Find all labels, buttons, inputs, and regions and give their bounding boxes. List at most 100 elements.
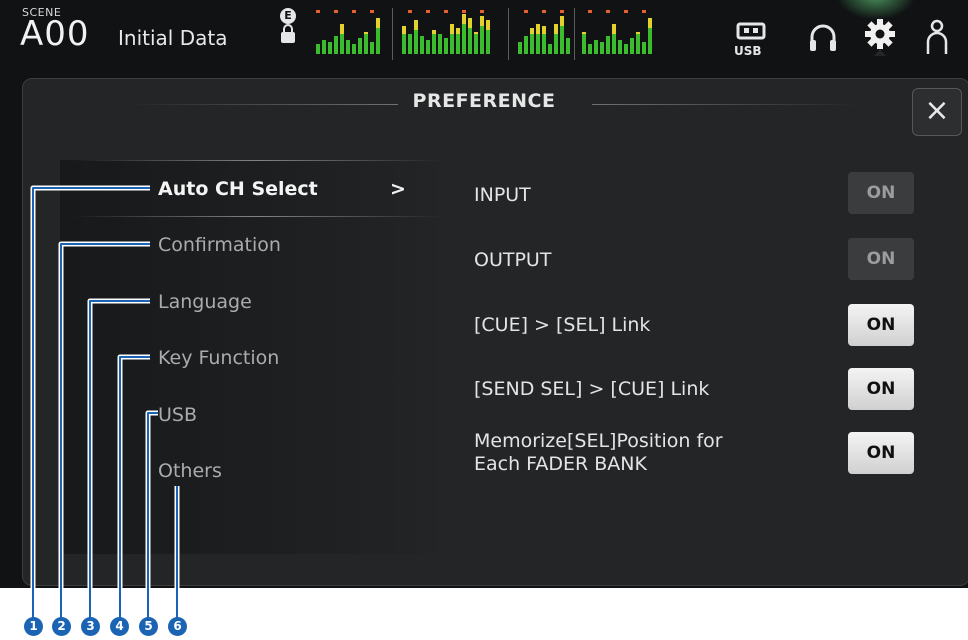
active-item-bottom-line: [72, 216, 442, 217]
meter-bar: [358, 38, 362, 54]
send-sel-cue-link-on-button[interactable]: ON: [848, 368, 914, 410]
callout-marker: 4: [110, 617, 129, 636]
meter-bar-peak: [648, 18, 652, 28]
sidebar-item-auto-ch-select[interactable]: Auto CH Select: [158, 178, 318, 200]
meter-bar: [328, 42, 332, 54]
meter-bar-peak: [554, 24, 558, 34]
meter-bar-peak: [468, 18, 472, 28]
scene-title[interactable]: Initial Data: [118, 26, 227, 50]
meter-bar-peak: [474, 32, 478, 34]
meter-divider: [392, 8, 393, 60]
sidebar-item-others[interactable]: Others: [158, 460, 222, 482]
sidebar-item-confirmation[interactable]: Confirmation: [158, 234, 281, 256]
meter-bar-peak: [462, 14, 466, 24]
meter-bar: [618, 40, 622, 54]
meter-bar: [624, 44, 628, 54]
meter-bar: [518, 42, 522, 54]
meter-peak-hold: [480, 10, 484, 13]
meter-bar: [474, 32, 478, 54]
close-button[interactable]: ×: [912, 88, 962, 136]
meter-bar: [420, 36, 424, 54]
usb-label: USB: [734, 44, 762, 58]
panel-title: PREFERENCE: [412, 90, 556, 112]
meter-divider: [574, 8, 575, 60]
meter-peak-hold: [542, 10, 546, 13]
active-indicator: >: [390, 178, 406, 200]
scene-number[interactable]: A00: [20, 14, 90, 54]
user-icon[interactable]: [924, 18, 950, 58]
cue-sel-link-on-button[interactable]: ON: [848, 304, 914, 346]
meter-bar: [600, 42, 604, 54]
option-label-memorize-line1: Memorize[SEL]Position for: [474, 430, 723, 452]
option-label-cue-sel-link: [CUE] > [SEL] Link: [474, 314, 651, 336]
meter-bar-peak: [486, 20, 490, 30]
memorize-sel-position-on-button[interactable]: ON: [848, 432, 914, 474]
meter-bar: [566, 38, 570, 54]
meter-peak-hold: [316, 10, 320, 13]
meter-bar-peak: [536, 24, 540, 34]
meter-peak-hold: [462, 10, 466, 13]
meter-bar-peak: [364, 32, 368, 34]
console-screen: SCENE A00 Initial Data E USB PREFERENCE …: [0, 0, 968, 588]
meter-bar-peak: [450, 24, 454, 34]
callout-marker: 5: [139, 617, 158, 636]
meter-bar: [352, 44, 356, 54]
sidebar-item-usb[interactable]: USB: [158, 404, 197, 426]
meter-bar: [316, 44, 320, 54]
lock-icon: [281, 24, 295, 44]
meter-bar-peak: [432, 30, 436, 34]
output-on-button[interactable]: ON: [848, 238, 914, 280]
meter-bar: [636, 32, 640, 54]
meter-bar: [582, 32, 586, 54]
meter-bar-peak: [402, 26, 406, 34]
meter-bar-peak: [376, 18, 380, 28]
meter-bar: [334, 36, 338, 54]
meter-bar-peak: [542, 26, 546, 34]
sidebar-item-language[interactable]: Language: [158, 291, 252, 313]
active-item-top-line: [72, 160, 442, 161]
meter-bar: [594, 40, 598, 54]
option-label-memorize-line2: Each FADER BANK: [474, 453, 647, 475]
meter-bar-peak: [582, 32, 586, 34]
option-label-output: OUTPUT: [474, 249, 552, 271]
e-badge-icon: E: [280, 8, 296, 24]
meter-peak-hold: [588, 10, 592, 13]
meter-bar: [322, 40, 326, 54]
meter-peak-hold: [352, 10, 356, 13]
meter-bar: [444, 38, 448, 54]
meter-bar-peak: [456, 28, 460, 34]
meter-bar: [630, 38, 634, 54]
meter-bar: [438, 34, 442, 54]
meter-bar-peak: [612, 24, 616, 34]
meter-peak-hold: [334, 10, 338, 13]
input-on-button[interactable]: ON: [848, 172, 914, 214]
usb-icon[interactable]: USB: [732, 22, 772, 58]
meter-bar: [588, 44, 592, 54]
meter-divider: [508, 8, 509, 60]
level-meters[interactable]: [312, 8, 668, 60]
meter-peak-hold: [524, 10, 528, 13]
sidebar-item-key-function[interactable]: Key Function: [158, 347, 279, 369]
callout-marker: 1: [24, 617, 43, 636]
meter-bar-peak: [480, 16, 484, 26]
callout-marker: 3: [81, 617, 100, 636]
callout-marker: 6: [168, 617, 187, 636]
meter-bar-peak: [560, 16, 564, 26]
status-indicators: E: [278, 8, 298, 56]
meter-peak-hold: [370, 10, 374, 13]
callout-marker: 2: [52, 617, 71, 636]
meter-peak-hold: [408, 10, 412, 13]
meter-peak-hold: [642, 10, 646, 13]
meter-bar: [548, 44, 552, 54]
gear-icon[interactable]: [862, 16, 898, 56]
meter-bar: [524, 36, 528, 54]
meter-bar: [370, 42, 374, 54]
meter-bar-peak: [530, 28, 534, 34]
meter-bar-peak: [340, 24, 344, 34]
headphones-icon[interactable]: [808, 22, 838, 54]
meter-bar-peak: [414, 20, 418, 30]
meter-bar-peak: [636, 32, 640, 34]
meter-bar: [606, 36, 610, 54]
meter-peak-hold: [426, 10, 430, 13]
option-label-input: INPUT: [474, 184, 531, 206]
